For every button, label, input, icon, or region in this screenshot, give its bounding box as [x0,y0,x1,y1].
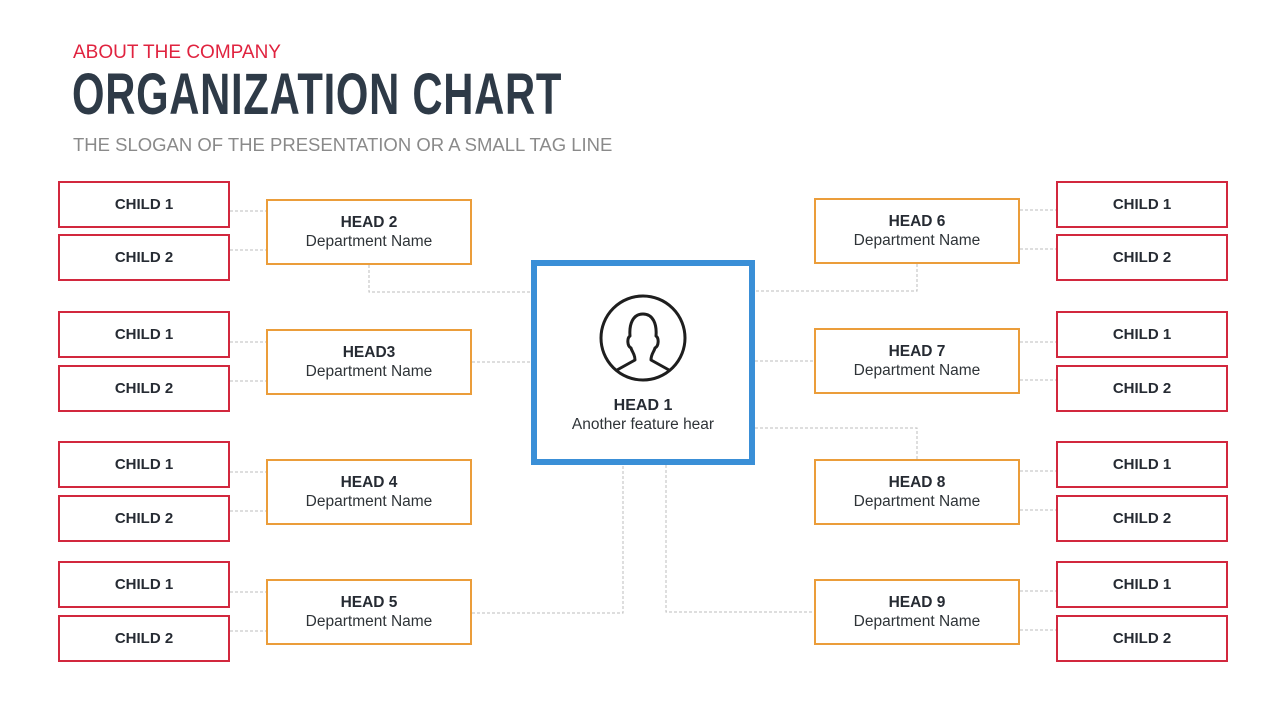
head-subtitle: Department Name [853,493,981,510]
child-node[interactable]: CHILD 1 [58,181,230,228]
center-node-head-1[interactable]: HEAD 1 Another feature hear [531,260,755,465]
child-node[interactable]: CHILD 2 [1056,615,1228,662]
connector-line [755,264,918,292]
head-node[interactable]: HEAD 7 Department Name [814,328,1020,394]
head-node[interactable]: HEAD 4 Department Name [266,459,472,525]
connector-line [472,465,624,614]
connector-line [665,465,814,613]
connector-line [368,265,531,293]
head-title: HEAD3 [342,344,396,361]
child-node[interactable]: CHILD 2 [1056,365,1228,412]
child-node[interactable]: CHILD 2 [58,495,230,542]
child-node[interactable]: CHILD 1 [58,441,230,488]
child-node[interactable]: CHILD 1 [1056,561,1228,608]
user-avatar-icon [599,294,687,382]
head-title: HEAD 2 [340,214,398,231]
head-subtitle: Department Name [853,232,981,249]
child-node[interactable]: CHILD 1 [1056,181,1228,228]
child-node[interactable]: CHILD 2 [1056,495,1228,542]
head-title: HEAD 4 [340,474,398,491]
child-node[interactable]: CHILD 2 [58,365,230,412]
head-node[interactable]: HEAD 8 Department Name [814,459,1020,525]
head-subtitle: Department Name [305,493,433,510]
child-node[interactable]: CHILD 1 [1056,441,1228,488]
connector-line [755,427,918,459]
child-node[interactable]: CHILD 2 [58,615,230,662]
head-title: HEAD 8 [888,474,946,491]
head-subtitle: Department Name [853,362,981,379]
head-node[interactable]: HEAD 2 Department Name [266,199,472,265]
head-node[interactable]: HEAD3 Department Name [266,329,472,395]
child-node[interactable]: CHILD 1 [58,561,230,608]
head-node[interactable]: HEAD 6 Department Name [814,198,1020,264]
head-subtitle: Department Name [305,363,433,380]
center-node-title: HEAD 1 [613,397,673,414]
head-node[interactable]: HEAD 9 Department Name [814,579,1020,645]
center-node-subtitle: Another feature hear [571,416,715,433]
head-subtitle: Department Name [305,233,433,250]
child-node[interactable]: CHILD 1 [1056,311,1228,358]
child-node[interactable]: CHILD 2 [1056,234,1228,281]
head-title: HEAD 6 [888,213,946,230]
head-title: HEAD 5 [340,594,398,611]
head-title: HEAD 9 [888,594,946,611]
child-node[interactable]: CHILD 2 [58,234,230,281]
head-title: HEAD 7 [888,343,946,360]
child-node[interactable]: CHILD 1 [58,311,230,358]
head-subtitle: Department Name [853,613,981,630]
head-node[interactable]: HEAD 5 Department Name [266,579,472,645]
head-subtitle: Department Name [305,613,433,630]
